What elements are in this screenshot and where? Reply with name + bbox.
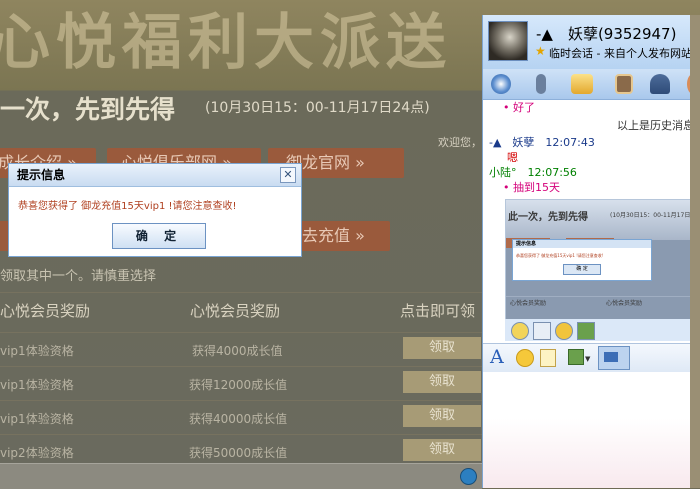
chat-sender-line: 小陆° 12:07:56 <box>489 166 577 179</box>
image-icon[interactable] <box>577 322 595 340</box>
chevron-down-icon[interactable]: ▼ <box>585 355 590 363</box>
divider <box>0 292 482 293</box>
chat-toolbar <box>483 69 700 100</box>
emoticon-icon[interactable] <box>516 349 534 367</box>
reward-row-value: 获得4000成长值 <box>192 344 283 358</box>
contact-name: -▲ 妖孽(9352947) <box>536 25 677 43</box>
banner-title: 心悦福利大派送 <box>0 8 452 78</box>
select-note: 领取其中一个。请慎重选择 <box>0 269 157 284</box>
chat-message: • 好了 <box>503 101 535 114</box>
prompt-dialog: 提示信息 ✕ 恭喜您获得了 御龙充值15天vip1 !请您注意查收! 确 定 <box>8 163 302 257</box>
microphone-icon[interactable] <box>536 74 546 94</box>
reward-row-value: 获得12000成长值 <box>189 378 288 392</box>
claim-button[interactable]: 领取 <box>403 371 481 393</box>
star-icon: ★ <box>535 44 546 58</box>
reward-row-value: 获得40000成长值 <box>189 412 288 426</box>
claim-button[interactable]: 领取 <box>403 439 481 461</box>
promo-headline: 一次，先到先得 <box>0 95 176 124</box>
session-subtitle: 临时会话 - 来自个人发布网站 <box>549 47 692 60</box>
screenshot-dialog: 提示信息 恭喜您获得了 御龙充值15天vip1 !请您注意查收! 确 定 <box>512 239 652 281</box>
send-file-icon[interactable] <box>571 74 593 94</box>
chat-message: 嗯 <box>507 151 518 164</box>
ok-button[interactable]: 确 定 <box>112 223 206 249</box>
chat-header: -▲ 妖孽(9352947) ★ 临时会话 - 来自个人发布网站 <box>483 15 700 69</box>
screenshot-divider <box>506 296 700 297</box>
screenshot-row-header: 心悦会员奖励 <box>510 300 547 307</box>
monitor-icon <box>604 352 618 362</box>
screenshot-row-header: 心悦会员奖励 <box>606 300 643 307</box>
reward-row-name: vip2体验资格 <box>0 446 74 460</box>
message-input[interactable] <box>483 372 700 488</box>
screenshot-date: (10月30日15：00-11月17日 <box>610 212 691 219</box>
column-header-2: 心悦会员奖励 <box>190 302 281 320</box>
recharge-button[interactable]: 去充值 » <box>300 221 390 251</box>
window-edge <box>690 15 700 488</box>
smile-icon[interactable] <box>555 322 573 340</box>
contact-info-icon[interactable] <box>650 74 670 94</box>
screenshot-action-strip <box>505 319 700 341</box>
claim-button[interactable]: 领取 <box>403 337 481 359</box>
column-header-1: 心悦会员奖励 <box>0 302 91 320</box>
promo-date-range: (10月30日15：00-11月17日24点) <box>205 100 430 116</box>
chat-sender-line: -▲ 妖孽 12:07:43 <box>489 136 595 149</box>
divider <box>0 400 482 401</box>
edit-note-icon[interactable] <box>540 349 556 367</box>
send-image-icon[interactable] <box>568 349 584 365</box>
font-icon[interactable]: A <box>490 346 504 368</box>
divider <box>0 434 482 435</box>
column-header-3: 点击即可领 <box>400 302 476 320</box>
video-call-icon[interactable] <box>491 74 511 94</box>
save-icon[interactable] <box>533 322 551 340</box>
browser-status-bar <box>0 463 482 489</box>
sent-screenshot-image[interactable]: 此一次，先到先得 (10月30日15：00-11月17日 提示信息 恭喜您获得了… <box>505 199 700 323</box>
claim-button[interactable]: 领取 <box>403 405 481 427</box>
screenshot-headline: 此一次，先到先得 <box>508 212 588 223</box>
reward-row-name: vip1体验资格 <box>0 412 74 426</box>
format-toolbar: A ▼ <box>483 343 700 373</box>
divider <box>0 332 482 333</box>
close-icon[interactable]: ✕ <box>280 167 296 183</box>
emoji-icon[interactable] <box>511 322 529 340</box>
remote-assist-icon[interactable] <box>615 74 633 94</box>
avatar[interactable] <box>488 21 528 61</box>
reward-row-value: 获得50000成长值 <box>189 446 288 460</box>
screenshot-dialog-title: 提示信息 <box>513 240 651 248</box>
dialog-title: 提示信息 <box>9 164 301 187</box>
screenshot-dialog-message: 恭喜您获得了 御龙充值15天vip1 !请您注意查收! <box>516 253 604 258</box>
internet-zone-icon <box>460 468 477 485</box>
divider <box>0 366 482 367</box>
reward-row-name: vip1体验资格 <box>0 344 74 358</box>
dialog-message: 恭喜您获得了 御龙充值15天vip1 !请您注意查收! <box>18 201 237 212</box>
qq-chat-window: -▲ 妖孽(9352947) ★ 临时会话 - 来自个人发布网站 • 好了 以上… <box>482 15 700 488</box>
reward-row-name: vip1体验资格 <box>0 378 74 392</box>
chat-message: • 抽到15天 <box>503 181 560 194</box>
screenshot-dialog-ok: 确 定 <box>563 264 601 275</box>
history-divider-text: 以上是历史消息 <box>617 119 694 132</box>
